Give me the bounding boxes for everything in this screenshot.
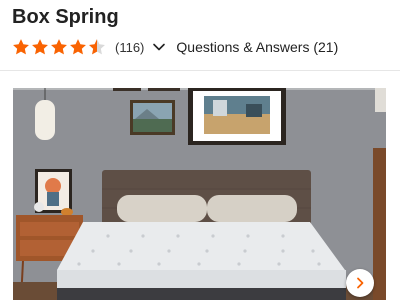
- star-rating: [12, 38, 107, 56]
- product-image[interactable]: [13, 88, 386, 300]
- divider: [0, 70, 400, 71]
- chevron-right-icon: [357, 277, 364, 289]
- review-count[interactable]: (116): [115, 40, 144, 55]
- questions-answers-link[interactable]: Questions & Answers (21): [176, 39, 338, 55]
- rating-row[interactable]: (116) Questions & Answers (21): [12, 37, 338, 57]
- bedroom-scene: [13, 88, 386, 300]
- star-icon: [51, 39, 67, 55]
- product-title: Box Spring: [12, 6, 119, 28]
- star-icon: [32, 39, 48, 55]
- next-image-button[interactable]: [346, 269, 374, 297]
- star-icon: [13, 39, 29, 55]
- chevron-down-icon[interactable]: [152, 40, 166, 54]
- star-icon: [70, 39, 86, 55]
- half-star-icon: [89, 39, 105, 55]
